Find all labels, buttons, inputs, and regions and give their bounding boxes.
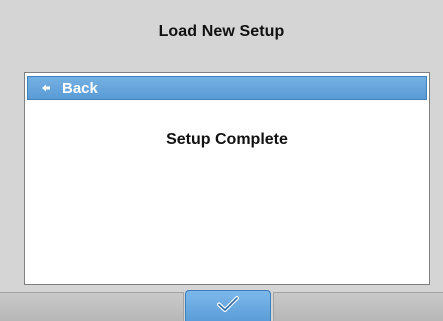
back-arrow-icon <box>40 82 52 94</box>
content-panel: Back Setup Complete <box>24 72 430 285</box>
ok-button[interactable] <box>185 290 271 321</box>
back-label: Back <box>62 79 98 97</box>
checkmark-icon <box>216 295 240 318</box>
page-title: Load New Setup <box>158 23 285 40</box>
back-button[interactable]: Back <box>27 76 427 100</box>
status-message: Setup Complete <box>166 131 288 148</box>
device-screen: Load New Setup Back Setup Complete <box>0 0 443 321</box>
softkey-right[interactable] <box>273 292 443 321</box>
softkey-left[interactable] <box>0 292 184 321</box>
softkey-bar <box>0 290 443 321</box>
